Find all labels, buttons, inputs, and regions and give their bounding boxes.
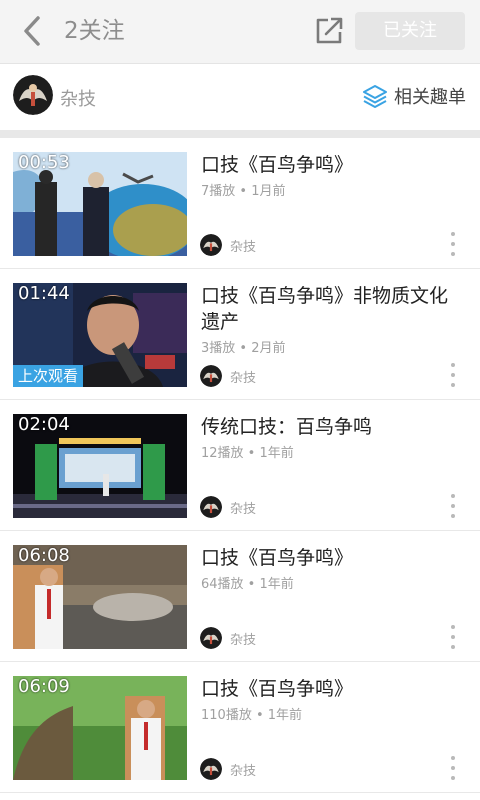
video-meta: 3播放 • 2月前 xyxy=(201,341,286,356)
video-thumbnail[interactable]: 01:44 上次观看 xyxy=(13,283,187,387)
share-button[interactable] xyxy=(312,14,346,48)
video-duration: 01:44 xyxy=(18,283,70,304)
back-button[interactable] xyxy=(14,12,54,52)
more-options-button[interactable] xyxy=(447,363,459,387)
video-meta: 7播放 • 1月前 xyxy=(201,184,286,199)
more-icon xyxy=(451,756,455,760)
uploader[interactable]: 杂技 xyxy=(200,234,256,256)
video-title[interactable]: 口技《百鸟争鸣》 xyxy=(201,545,466,571)
more-icon xyxy=(451,494,455,498)
uploader-name: 杂技 xyxy=(230,501,257,517)
uploader-avatar xyxy=(200,758,222,780)
video-title[interactable]: 口技《百鸟争鸣》 xyxy=(201,676,466,702)
uploader-name: 杂技 xyxy=(230,632,257,648)
video-meta: 12播放 • 1年前 xyxy=(201,446,294,461)
video-meta: 110播放 • 1年前 xyxy=(201,708,303,723)
share-icon xyxy=(316,17,343,44)
video-list: 00:53 口技《百鸟争鸣》 7播放 • 1月前 杂技 01:44 上次观看 口… xyxy=(0,138,480,793)
video-title[interactable]: 传统口技：百鸟争鸣 xyxy=(201,414,466,440)
more-options-button[interactable] xyxy=(447,232,459,256)
video-title[interactable]: 口技《百鸟争鸣》非物质文化遗产 xyxy=(201,283,466,335)
video-duration: 02:04 xyxy=(18,414,70,435)
uploader-avatar xyxy=(200,365,222,387)
video-thumbnail[interactable]: 06:09 xyxy=(13,676,187,780)
uploader-name: 杂技 xyxy=(230,763,257,779)
layers-icon xyxy=(363,85,387,108)
video-title[interactable]: 口技《百鸟争鸣》 xyxy=(201,152,466,178)
uploader[interactable]: 杂技 xyxy=(200,496,256,518)
uploader-avatar xyxy=(200,496,222,518)
uploader-name: 杂技 xyxy=(230,370,257,386)
section-divider xyxy=(0,130,480,138)
video-item[interactable]: 01:44 上次观看 口技《百鸟争鸣》非物质文化遗产 3播放 • 2月前 杂技 xyxy=(0,269,480,400)
video-meta: 64播放 • 1年前 xyxy=(201,577,294,592)
chevron-left-icon xyxy=(24,16,40,46)
video-duration: 06:08 xyxy=(18,545,70,566)
top-bar: 2关注 已关注 xyxy=(0,0,480,64)
video-thumbnail[interactable]: 00:53 xyxy=(13,152,187,256)
video-duration: 00:53 xyxy=(18,152,70,173)
more-icon xyxy=(451,625,455,629)
more-options-button[interactable] xyxy=(447,625,459,649)
uploader[interactable]: 杂技 xyxy=(200,627,256,649)
video-thumbnail[interactable]: 06:08 xyxy=(13,545,187,649)
more-icon xyxy=(451,232,455,236)
uploader-avatar xyxy=(200,627,222,649)
last-watched-badge: 上次观看 xyxy=(13,365,84,387)
more-icon xyxy=(451,363,455,367)
channel-name[interactable]: 杂技 xyxy=(60,85,96,111)
video-item[interactable]: 02:04 传统口技：百鸟争鸣 12播放 • 1年前 杂技 xyxy=(0,400,480,531)
video-duration: 06:09 xyxy=(18,676,70,697)
channel-bar: 杂技 相关趣单 xyxy=(0,64,480,130)
video-item[interactable]: 06:09 口技《百鸟争鸣》 110播放 • 1年前 杂技 xyxy=(0,662,480,793)
more-options-button[interactable] xyxy=(447,756,459,780)
avatar[interactable] xyxy=(13,75,53,115)
video-thumbnail[interactable]: 02:04 xyxy=(13,414,187,518)
video-item[interactable]: 00:53 口技《百鸟争鸣》 7播放 • 1月前 杂技 xyxy=(0,138,480,269)
uploader[interactable]: 杂技 xyxy=(200,365,256,387)
more-options-button[interactable] xyxy=(447,494,459,518)
related-playlists-label: 相关趣单 xyxy=(394,87,466,108)
video-item[interactable]: 06:08 口技《百鸟争鸣》 64播放 • 1年前 杂技 xyxy=(0,531,480,662)
followed-button[interactable]: 已关注 xyxy=(355,12,465,50)
uploader-avatar xyxy=(200,234,222,256)
page-title: 2关注 xyxy=(64,18,125,44)
uploader-name: 杂技 xyxy=(230,239,257,255)
uploader[interactable]: 杂技 xyxy=(200,758,256,780)
related-playlists-button[interactable]: 相关趣单 xyxy=(362,82,466,110)
